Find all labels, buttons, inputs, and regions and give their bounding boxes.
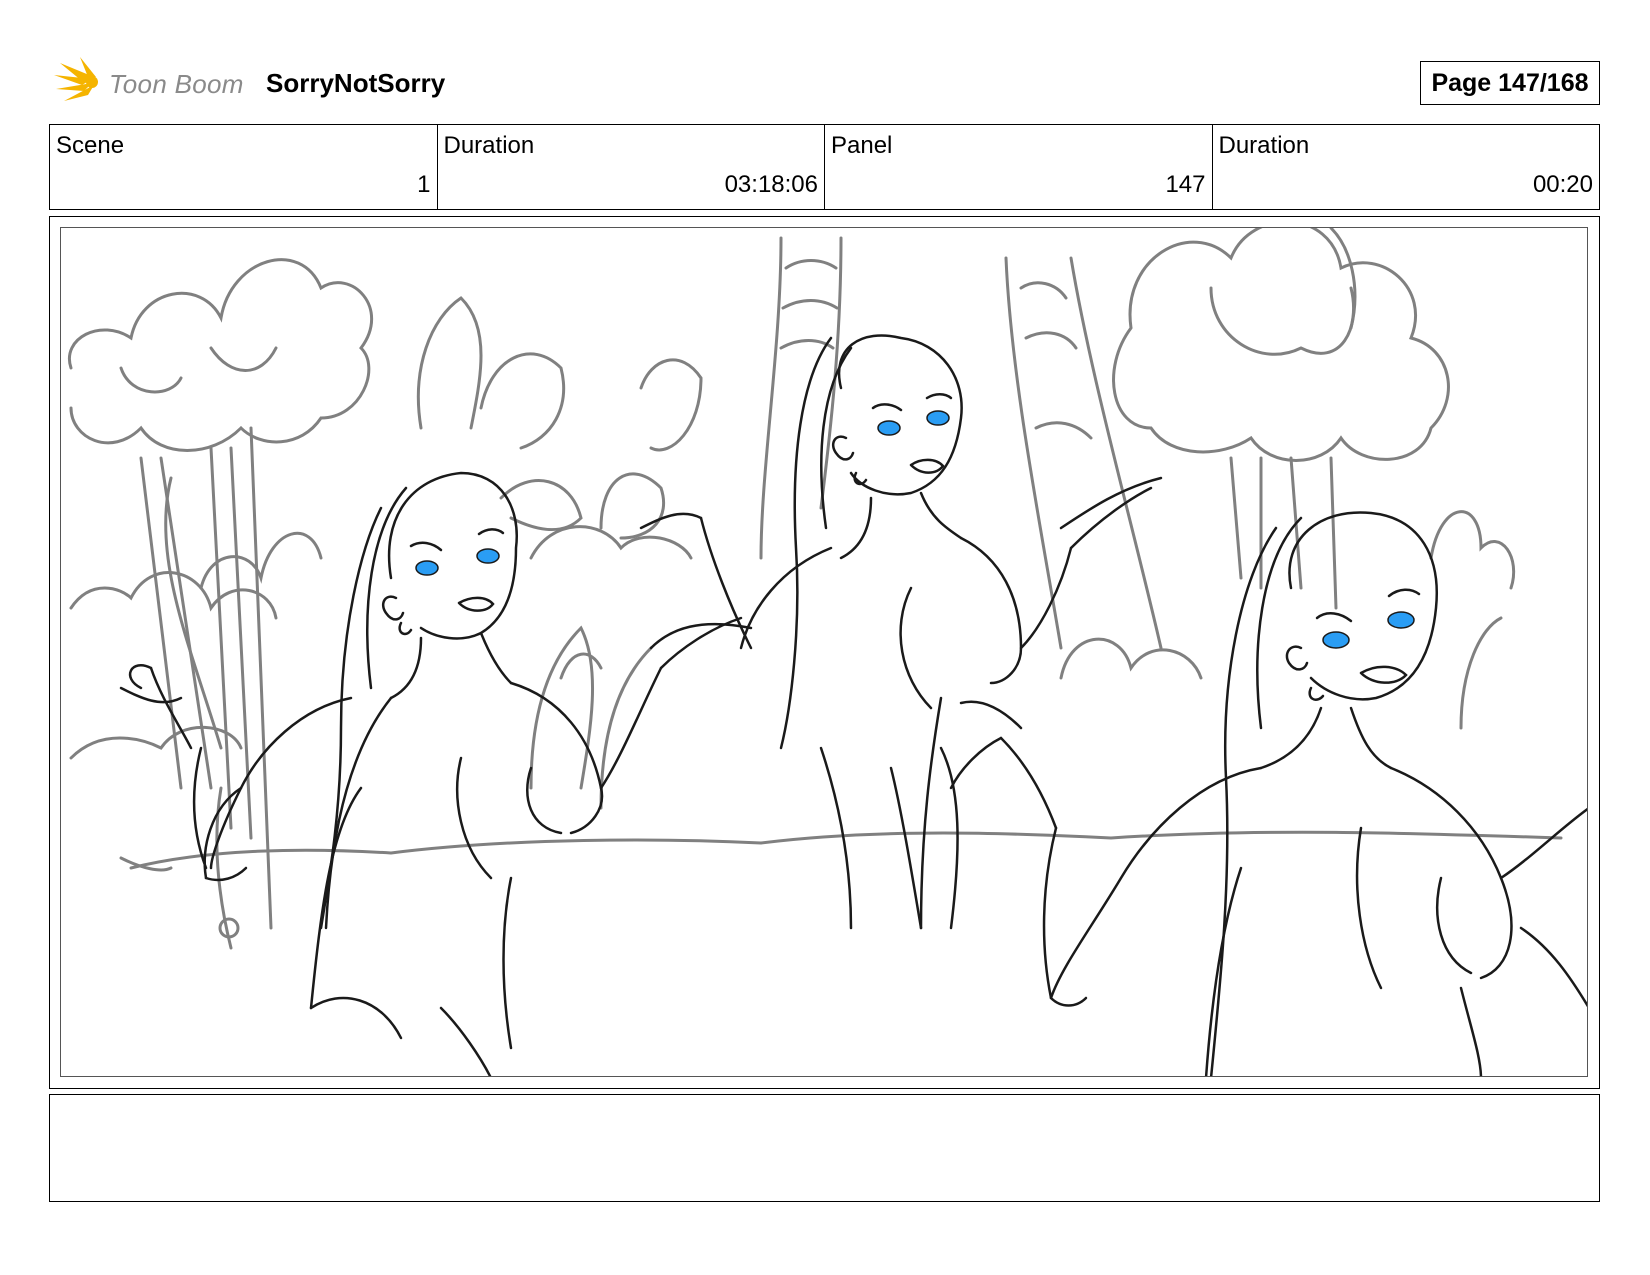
scene-duration-value: 03:18:06 — [724, 171, 818, 198]
panel-duration-label: Duration — [1218, 132, 1310, 159]
panel-cell: Panel 147 — [825, 125, 1213, 209]
panel-sketch — [67, 228, 1587, 1076]
panel-drawing-area — [60, 227, 1588, 1077]
panel-label: Panel — [831, 132, 893, 159]
page-number: Page 147/168 — [1420, 61, 1600, 105]
character-right — [949, 511, 1587, 1076]
toon-boom-logo: Toon Boom — [52, 55, 252, 115]
project-title: SorryNotSorry — [266, 68, 446, 98]
character-faces — [409, 393, 1421, 684]
scene-label: Scene — [56, 132, 125, 159]
info-table: Scene 1 Duration 03:18:06 Panel 147 Dura… — [49, 124, 1600, 210]
storyboard-panel — [49, 216, 1600, 1089]
scene-value: 1 — [417, 171, 431, 198]
panel-duration-value: 00:20 — [1532, 171, 1593, 198]
panel-value: 147 — [1165, 171, 1206, 198]
scene-duration-label: Duration — [443, 132, 535, 159]
scene-duration-cell: Duration 03:18:06 — [438, 125, 825, 209]
scene-cell: Scene 1 — [50, 125, 438, 209]
logo-text: Toon Boom — [109, 69, 244, 99]
panel-notes — [49, 1094, 1600, 1202]
characters — [119, 334, 1587, 1076]
character-center — [639, 334, 1163, 930]
background-foliage — [67, 228, 1563, 950]
toon-boom-star-icon — [54, 57, 98, 101]
panel-duration-cell: Duration 00:20 — [1213, 125, 1600, 209]
